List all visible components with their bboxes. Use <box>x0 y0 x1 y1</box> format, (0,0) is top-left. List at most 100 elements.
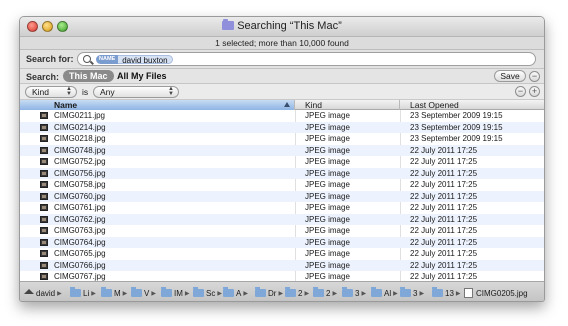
path-crumb[interactable]: V ▶ <box>131 287 156 299</box>
file-kind: JPEG image <box>305 134 350 143</box>
file-last-opened: 22 July 2011 17:25 <box>410 214 478 224</box>
table-row[interactable]: CIMG0766.jpg JPEG image 22 July 2011 17:25 <box>20 259 544 271</box>
attribute-popup-value: Kind <box>32 87 50 97</box>
table-row[interactable]: CIMG0761.jpg JPEG image 22 July 2011 17:25 <box>20 202 544 214</box>
token-value: david buxton <box>118 55 173 65</box>
path-crumb[interactable]: 3 ▶ <box>342 287 366 299</box>
path-crumb[interactable]: Sc ▶ <box>193 287 222 299</box>
path-separator-icon: ▶ <box>278 290 284 297</box>
file-kind: JPEG image <box>305 249 350 258</box>
folder-icon <box>101 287 112 297</box>
path-crumb-label: 13 <box>445 288 454 298</box>
path-crumb[interactable]: CIMG0205.jpg <box>464 287 528 299</box>
path-crumb-label: 2 <box>326 288 331 298</box>
file-last-opened: 22 July 2011 17:25 <box>410 237 478 247</box>
path-crumb[interactable]: Li ▶ <box>70 287 96 299</box>
results-table[interactable]: Name Kind Last Opened CIMG0211.jpg JPEG i… <box>20 100 544 281</box>
search-for-label: Search for: <box>26 54 74 64</box>
table-body: CIMG0211.jpg JPEG image 23 September 2009 … <box>20 110 544 281</box>
path-crumb[interactable]: 3 ▶ <box>400 287 424 299</box>
column-header-name[interactable]: Name <box>20 100 295 110</box>
folder-icon <box>223 287 234 297</box>
table-row[interactable]: CIMG0756.jpg JPEG image 22 July 2011 17:25 <box>20 167 544 179</box>
table-row[interactable]: CIMG0762.jpg JPEG image 22 July 2011 17:25 <box>20 213 544 225</box>
file-name: CIMG0748.jpg <box>54 145 106 155</box>
file-last-opened: 22 July 2011 17:25 <box>410 249 478 258</box>
path-crumb-label: M <box>114 288 121 298</box>
path-crumb[interactable]: Al ▶ <box>371 287 398 299</box>
file-last-opened: 22 July 2011 17:25 <box>410 191 478 201</box>
table-row[interactable]: CIMG0765.jpg JPEG image 22 July 2011 17:25 <box>20 248 544 260</box>
path-separator-icon: ▶ <box>217 290 222 297</box>
window-title: Searching “This Mac” <box>20 19 544 32</box>
folder-icon <box>400 287 411 297</box>
table-row[interactable]: CIMG0767.jpg JPEG image 22 July 2011 17:25 <box>20 271 544 281</box>
path-crumb[interactable]: A ▶ <box>223 287 248 299</box>
table-row[interactable]: CIMG0218.jpg JPEG image 23 September 2009 … <box>20 133 544 145</box>
file-kind: JPEG image <box>305 260 350 270</box>
file-name: CIMG0218.jpg <box>54 134 106 143</box>
file-last-opened: 23 September 2009 19:15 <box>410 122 503 132</box>
folder-icon <box>255 287 266 297</box>
path-crumb-label: A <box>236 288 242 298</box>
path-separator-icon: ▶ <box>332 290 338 297</box>
column-header-kind[interactable]: Kind <box>295 100 400 110</box>
search-icon <box>83 55 91 63</box>
file-last-opened: 22 July 2011 17:25 <box>410 272 478 281</box>
path-crumb[interactable]: 2 ▶ <box>313 287 337 299</box>
path-separator-icon: ▶ <box>304 290 310 297</box>
search-input[interactable]: NAME david buxton <box>77 52 536 66</box>
path-crumb[interactable]: david ▶ <box>24 287 62 299</box>
path-crumb[interactable]: M ▶ <box>101 287 127 299</box>
folder-icon <box>432 287 443 297</box>
folder-icon <box>371 287 382 297</box>
path-crumb[interactable]: Dr ▶ <box>255 287 283 299</box>
table-row[interactable]: CIMG0214.jpg JPEG image 23 September 2009 … <box>20 121 544 133</box>
file-last-opened: 22 July 2011 17:25 <box>410 180 478 189</box>
search-token[interactable]: NAME david buxton <box>96 55 173 65</box>
file-last-opened: 22 July 2011 17:25 <box>410 203 478 212</box>
path-bar: david ▶ Li ▶ M ▶ V ▶ IM ▶ Sc ▶ A ▶ Dr ▶ 2 ▶ 2 ▶ 3 ▶ Al ▶ 3 ▶ 13 ▶ CI… <box>20 281 544 301</box>
path-crumb[interactable]: IM ▶ <box>161 287 190 299</box>
jpeg-thumbnail-icon <box>40 112 48 119</box>
path-separator-icon: ▶ <box>455 290 461 297</box>
path-crumb[interactable]: 2 ▶ <box>285 287 309 299</box>
path-crumb[interactable]: 13 ▶ <box>432 287 461 299</box>
add-criteria-button[interactable]: + <box>529 86 540 97</box>
token-attribute[interactable]: NAME <box>96 55 119 64</box>
path-crumb-label: 3 <box>413 288 418 298</box>
file-name: CIMG0766.jpg <box>54 260 106 270</box>
column-header-last-opened[interactable]: Last Opened <box>400 100 544 110</box>
table-row[interactable]: CIMG0758.jpg JPEG image 22 July 2011 17:25 <box>20 179 544 191</box>
attribute-popup[interactable]: Kind ▲ ▼ <box>25 86 77 98</box>
popup-arrows-icon: ▲ ▼ <box>66 86 72 97</box>
sort-ascending-icon <box>284 102 290 107</box>
remove-criteria-button[interactable]: − <box>515 86 526 97</box>
jpeg-thumbnail-icon <box>40 238 48 246</box>
file-name: CIMG0214.jpg <box>54 122 106 132</box>
table-row[interactable]: CIMG0211.jpg JPEG image 23 September 2009 … <box>20 110 544 122</box>
file-name: CIMG0767.jpg <box>54 272 106 281</box>
scope-label: Search: <box>26 72 60 82</box>
table-row[interactable]: CIMG0748.jpg JPEG image 22 July 2011 17:25 <box>20 144 544 156</box>
table-row[interactable]: CIMG0763.jpg JPEG image 22 July 2011 17:25 <box>20 225 544 237</box>
table-row[interactable]: CIMG0760.jpg JPEG image 22 July 2011 17:25 <box>20 190 544 202</box>
file-kind: JPEG image <box>305 191 350 201</box>
folder-icon <box>161 287 172 297</box>
value-popup[interactable]: Any ▲ ▼ <box>93 86 179 98</box>
scope-this-mac-button[interactable]: This Mac <box>63 70 114 82</box>
file-kind: JPEG image <box>305 168 350 178</box>
title-bar[interactable]: Searching “This Mac” <box>20 17 544 37</box>
path-crumb-label: Sc <box>206 288 216 298</box>
table-row[interactable]: CIMG0764.jpg JPEG image 22 July 2011 17:25 <box>20 236 544 248</box>
jpeg-thumbnail-icon <box>40 250 48 257</box>
home-icon <box>24 288 34 294</box>
table-row[interactable]: CIMG0752.jpg JPEG image 22 July 2011 17:25 <box>20 156 544 168</box>
file-last-opened: 22 July 2011 17:25 <box>410 226 478 235</box>
file-kind: JPEG image <box>305 203 350 212</box>
window-title-text: Searching “This Mac” <box>237 20 342 32</box>
remove-scope-button[interactable]: − <box>529 71 540 82</box>
table-header: Name Kind Last Opened <box>20 100 544 110</box>
save-button[interactable]: Save <box>494 70 526 82</box>
scope-all-my-files-button[interactable]: All My Files <box>117 71 167 81</box>
